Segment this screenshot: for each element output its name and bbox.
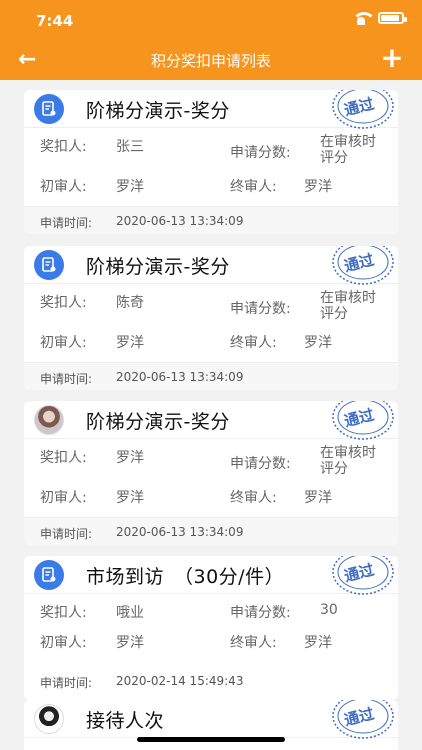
points-value: 在审核时评分	[320, 290, 376, 322]
apply-time-label: 申请时间:	[40, 216, 93, 230]
card-footer: 申请时间: 2020-06-13 13:34:09	[24, 517, 398, 545]
awardee-value: 陈奇	[116, 295, 144, 311]
final-reviewer-value: 罗洋	[304, 179, 332, 195]
status-time: 7:44	[36, 12, 74, 30]
apply-time-label: 申请时间:	[40, 372, 93, 386]
plus-icon: +	[380, 41, 404, 74]
final-reviewer-value: 罗洋	[304, 335, 332, 351]
first-reviewer-value: 罗洋	[116, 635, 144, 651]
doc-icon	[34, 250, 64, 280]
final-reviewer-value: 罗洋	[304, 490, 332, 506]
list-item[interactable]: 阶梯分演示-奖分 通过 奖扣人: 陈奇 申请分数: 在审核时评分 初审人: 罗洋…	[24, 246, 398, 390]
approved-stamp: 通过	[330, 90, 396, 130]
final-reviewer-value: 罗洋	[304, 635, 332, 651]
approved-stamp: 通过	[330, 556, 396, 596]
card-footer: 申请时间: 2020-02-14 15:49:43	[24, 666, 398, 700]
approved-stamp: 通过	[330, 700, 396, 740]
status-icons	[352, 12, 407, 25]
awardee-value: 张三	[116, 139, 144, 155]
final-reviewer-label: 终审人:	[230, 635, 277, 651]
first-reviewer-value: 罗洋	[116, 179, 144, 195]
first-reviewer-label: 初审人:	[40, 179, 87, 195]
card-header: 接待人次 通过	[24, 700, 398, 740]
awardee-label: 奖扣人:	[40, 605, 87, 621]
list-item[interactable]: 阶梯分演示-奖分 通过 奖扣人: 罗洋 申请分数: 在审核时评分 初审人: 罗洋…	[24, 401, 398, 545]
awardee-label: 奖扣人:	[40, 139, 87, 155]
card-title: 阶梯分演示-奖分	[86, 411, 230, 433]
card-title: 阶梯分演示-奖分	[86, 256, 230, 278]
apply-time-label: 申请时间:	[40, 527, 93, 541]
apply-time-value: 2020-06-13 13:34:09	[116, 525, 244, 539]
points-label: 申请分数:	[230, 145, 291, 161]
doc-icon	[34, 94, 64, 124]
first-reviewer-value: 罗洋	[116, 335, 144, 351]
user-avatar	[34, 405, 64, 435]
points-value: 30	[320, 602, 338, 618]
first-reviewer-label: 初审人:	[40, 635, 87, 651]
card-title: 市场到访 （30分/件）	[86, 566, 285, 588]
card-header: 阶梯分演示-奖分 通过	[24, 246, 398, 286]
apply-time-value: 2020-02-14 15:49:43	[116, 674, 244, 688]
card-footer: 申请时间: 2020-06-13 13:34:09	[24, 206, 398, 234]
points-label: 申请分数:	[230, 605, 291, 621]
wifi-icon	[352, 12, 376, 25]
user-avatar	[34, 704, 64, 734]
apply-time-value: 2020-06-13 13:34:09	[116, 214, 244, 228]
card-title: 接待人次	[86, 710, 165, 732]
final-reviewer-label: 终审人:	[230, 179, 277, 195]
card-header: 阶梯分演示-奖分 通过	[24, 401, 398, 441]
awardee-value: 罗洋	[116, 450, 144, 466]
approved-stamp: 通过	[330, 401, 396, 441]
list-item[interactable]: 市场到访 （30分/件） 通过 奖扣人: 哦业 申请分数: 30 初审人: 罗洋…	[24, 556, 398, 700]
card-footer: 申请时间: 2020-06-13 13:34:09	[24, 362, 398, 390]
card-header: 市场到访 （30分/件） 通过	[24, 556, 398, 596]
apply-time-value: 2020-06-13 13:34:09	[116, 370, 244, 384]
first-reviewer-value: 罗洋	[116, 490, 144, 506]
points-value: 在审核时评分	[320, 445, 376, 477]
final-reviewer-label: 终审人:	[230, 490, 277, 506]
page-title: 积分奖扣申请列表	[150, 52, 271, 70]
doc-icon	[34, 560, 64, 590]
awardee-label: 奖扣人:	[40, 295, 87, 311]
approved-stamp: 通过	[330, 246, 396, 286]
battery-icon	[378, 12, 407, 24]
awardee-label: 奖扣人:	[40, 450, 87, 466]
first-reviewer-label: 初审人:	[40, 490, 87, 506]
add-button[interactable]: +	[380, 44, 404, 72]
points-value: 在审核时评分	[320, 134, 376, 166]
home-indicator[interactable]	[137, 737, 285, 742]
awardee-value: 哦业	[116, 605, 144, 621]
app-header: 7:44 ← 积分奖扣申请列表 +	[0, 0, 422, 80]
card-title: 阶梯分演示-奖分	[86, 100, 230, 122]
card-header: 阶梯分演示-奖分 通过	[24, 90, 398, 130]
points-label: 申请分数:	[230, 456, 291, 472]
first-reviewer-label: 初审人:	[40, 335, 87, 351]
application-list[interactable]: 阶梯分演示-奖分 通过 奖扣人: 张三 申请分数: 在审核时评分 初审人: 罗洋…	[0, 80, 422, 750]
list-item[interactable]: 接待人次 通过	[24, 700, 398, 750]
points-label: 申请分数:	[230, 301, 291, 317]
list-item[interactable]: 阶梯分演示-奖分 通过 奖扣人: 张三 申请分数: 在审核时评分 初审人: 罗洋…	[24, 90, 398, 234]
final-reviewer-label: 终审人:	[230, 335, 277, 351]
apply-time-label: 申请时间:	[40, 676, 93, 690]
